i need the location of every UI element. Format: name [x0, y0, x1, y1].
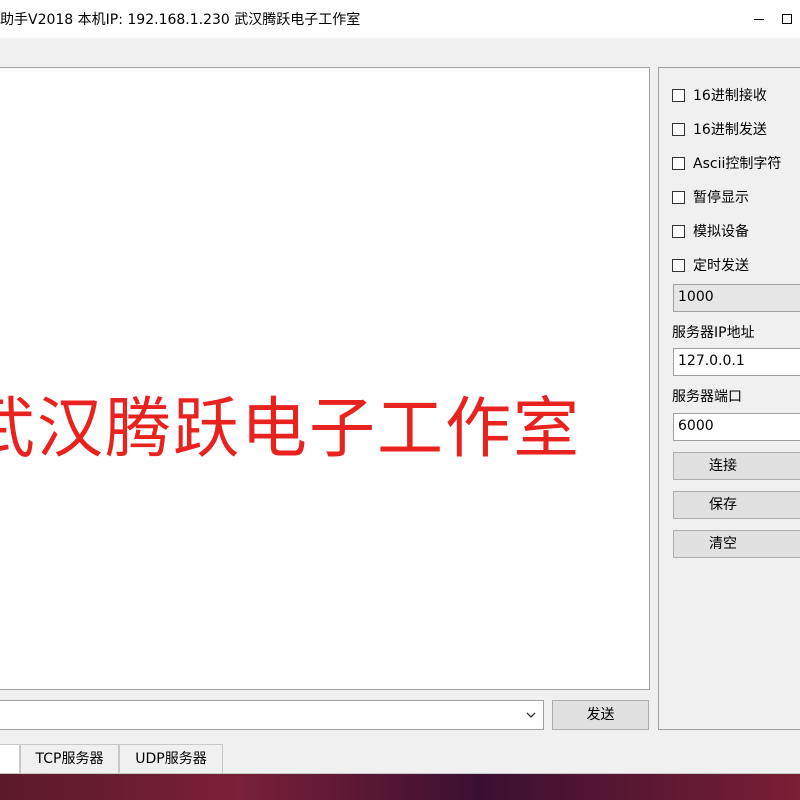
pause-display-label: 暂停显示 — [693, 190, 749, 206]
hex-receive-checkbox[interactable]: 16进制接收 — [672, 85, 767, 105]
checkbox-box[interactable] — [672, 88, 685, 102]
timer-interval-input[interactable]: 1000 — [673, 284, 800, 312]
send-button[interactable]: 发送 — [552, 700, 649, 730]
server-ip-label: 服务器IP地址 — [672, 325, 755, 341]
server-ip-input[interactable]: 127.0.0.1 — [673, 348, 800, 376]
hex-send-checkbox[interactable]: 16进制发送 — [672, 119, 767, 139]
minimize-icon — [754, 18, 764, 20]
ascii-ctrl-label: Ascii控制字符 — [693, 156, 782, 172]
tab-active-partial[interactable] — [0, 744, 20, 774]
timed-send-checkbox[interactable]: 定时发送 — [672, 255, 749, 275]
tab-bar: TCP服务器 UDP服务器 — [0, 744, 800, 774]
receive-textarea[interactable]: 武汉腾跃电子工作室 — [0, 67, 650, 690]
window-title: 助手V2018 本机IP: 192.168.1.230 武汉腾跃电子工作室 — [0, 12, 361, 28]
maximize-icon — [782, 14, 792, 24]
connect-button[interactable]: 连接 — [673, 452, 800, 480]
checkbox-box[interactable] — [672, 190, 685, 204]
tab-udp-server[interactable]: UDP服务器 — [119, 744, 223, 774]
maximize-button[interactable] — [782, 0, 800, 38]
clear-button[interactable]: 清空 — [673, 530, 800, 558]
desktop-taskbar — [0, 774, 800, 800]
ascii-ctrl-checkbox[interactable]: Ascii控制字符 — [672, 153, 781, 173]
receive-text: 武汉腾跃电子工作室 — [0, 390, 581, 467]
title-bar: 助手V2018 本机IP: 192.168.1.230 武汉腾跃电子工作室 — [0, 0, 800, 38]
hex-send-label: 16进制发送 — [693, 122, 767, 138]
minimize-button[interactable] — [736, 0, 782, 38]
checkbox-box[interactable] — [672, 122, 685, 136]
timed-send-label: 定时发送 — [693, 258, 749, 274]
server-port-label: 服务器端口 — [672, 389, 742, 405]
send-input-combo[interactable] — [0, 700, 544, 730]
pause-display-checkbox[interactable]: 暂停显示 — [672, 187, 749, 207]
tab-tcp-server[interactable]: TCP服务器 — [20, 744, 119, 774]
checkbox-box[interactable] — [672, 258, 685, 272]
simulate-device-checkbox[interactable]: 模拟设备 — [672, 221, 749, 241]
checkbox-box[interactable] — [672, 224, 685, 238]
server-port-input[interactable]: 6000 — [673, 413, 800, 441]
save-button[interactable]: 保存 — [673, 491, 800, 519]
checkbox-box[interactable] — [672, 156, 685, 170]
hex-receive-label: 16进制接收 — [693, 88, 767, 104]
simulate-device-label: 模拟设备 — [693, 224, 749, 240]
settings-panel: 16进制接收 16进制发送 Ascii控制字符 暂停显示 模拟设备 定时发送 1… — [658, 67, 800, 730]
chevron-down-icon[interactable] — [525, 709, 537, 721]
